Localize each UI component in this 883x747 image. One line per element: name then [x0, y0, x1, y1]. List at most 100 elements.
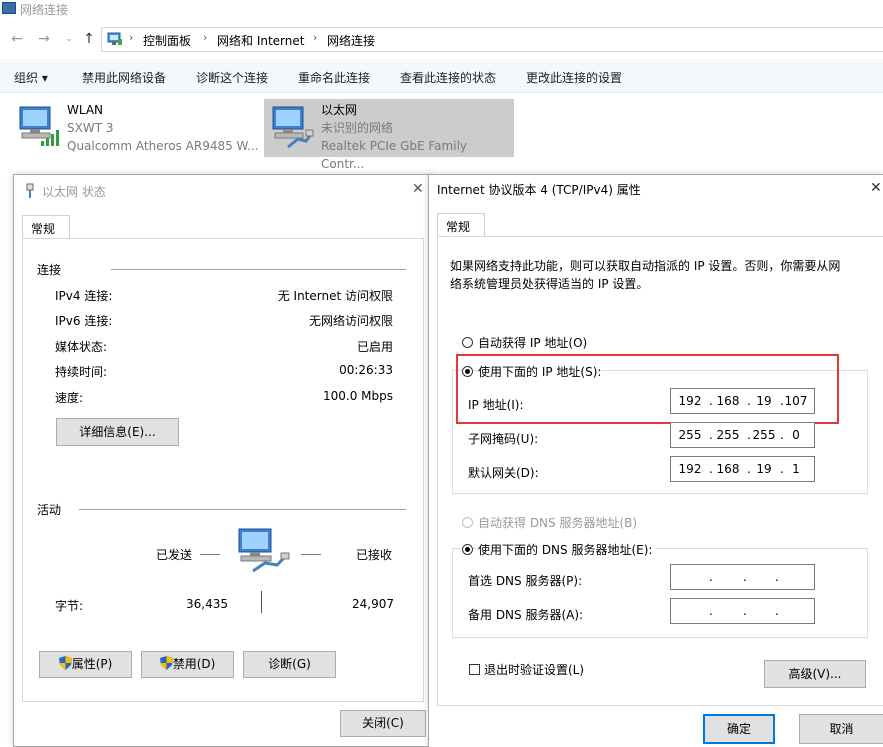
- breadcrumb-separator: ›: [203, 31, 208, 44]
- window-title: 网络连接: [20, 3, 69, 17]
- adapter-name: 以太网: [321, 103, 358, 117]
- ip-address-label: IP 地址(I):: [468, 398, 524, 412]
- organize-menu[interactable]: 组织 ▾: [14, 69, 48, 86]
- breadcrumb-network-internet[interactable]: 网络和 Internet: [217, 32, 304, 49]
- manual-dns-label: 使用下面的 DNS 服务器地址(E):: [478, 541, 657, 558]
- close-icon[interactable]: ✕: [870, 180, 882, 196]
- details-button[interactable]: 详细信息(E)...: [56, 418, 179, 446]
- adapter-wlan[interactable]: WLAN SXWT 3 Qualcomm Atheros AR9485 W...: [12, 99, 262, 157]
- manual-ip-radio[interactable]: [462, 366, 473, 377]
- network-folder-icon: [2, 2, 16, 14]
- connection-header: 连接: [37, 263, 62, 277]
- validate-checkbox[interactable]: [469, 664, 480, 675]
- auto-dns-radio[interactable]: [462, 517, 473, 528]
- duration-value: 00:26:33: [339, 363, 393, 377]
- forward-icon[interactable]: →: [35, 30, 53, 48]
- alternate-dns-field[interactable]: . . .: [670, 598, 815, 624]
- media-state-value: 已启用: [356, 340, 393, 354]
- speed-label: 速度:: [55, 391, 84, 405]
- tab-general[interactable]: 常规: [437, 213, 485, 237]
- ipv4-value: 无 Internet 访问权限: [277, 289, 393, 303]
- shield-icon: [58, 656, 72, 670]
- breadcrumb-separator: ›: [129, 31, 134, 44]
- dns-settings-group: [452, 548, 868, 638]
- rename-command[interactable]: 重命名此连接: [298, 69, 370, 86]
- ip-address-field[interactable]: 192 . 168 . 19 . 107: [670, 388, 815, 414]
- divider: [200, 554, 220, 555]
- ok-button[interactable]: 确定: [703, 714, 775, 744]
- close-button[interactable]: 关闭(C): [340, 710, 426, 737]
- divider: [301, 554, 321, 555]
- manual-ip-label: 使用下面的 IP 地址(S):: [478, 363, 602, 380]
- diagnose-button[interactable]: 诊断(G): [243, 651, 336, 678]
- auto-dns-label: 自动获得 DNS 服务器地址(B): [478, 516, 638, 530]
- ip-octet: 168: [716, 394, 740, 408]
- adapter-ethernet[interactable]: 以太网 未识别的网络 Realtek PCIe GbE Family Contr…: [264, 99, 514, 171]
- up-icon[interactable]: ↑: [80, 30, 98, 48]
- back-icon[interactable]: ←: [8, 30, 26, 48]
- divider: [79, 509, 406, 510]
- properties-button[interactable]: 属性(P): [39, 651, 132, 678]
- ip-octet: 192: [678, 462, 702, 476]
- manual-dns-radio[interactable]: [462, 544, 473, 555]
- view-status-command[interactable]: 查看此连接的状态: [400, 69, 496, 86]
- subnet-mask-field[interactable]: 255 . 255 . 255 . 0: [670, 422, 815, 448]
- disable-device-command[interactable]: 禁用此网络设备: [82, 69, 166, 86]
- ipv4-label: IPv4 连接:: [55, 289, 113, 303]
- gateway-field[interactable]: 192 . 168 . 19 . 1: [670, 456, 815, 482]
- disable-button[interactable]: 禁用(D): [141, 651, 234, 678]
- ipv4-properties-dialog: Internet 协议版本 4 (TCP/IPv4) 属性 ✕ 常规 如果网络支…: [428, 174, 883, 747]
- adapter-status: 未识别的网络: [321, 121, 394, 135]
- subnet-mask-label: 子网掩码(U):: [468, 432, 539, 446]
- explorer-titlebar: 网络连接: [0, 0, 883, 20]
- control-panel-icon: [107, 32, 122, 45]
- ethernet-status-dialog: 以太网 状态 ✕ 常规 连接 IPv4 连接: 无 Internet 访问权限 …: [13, 174, 433, 747]
- ethernet-title-icon: [26, 183, 34, 198]
- shield-icon: [159, 656, 173, 670]
- adapter-device: Realtek PCIe GbE Family Contr...: [321, 139, 467, 171]
- bytes-sent: 36,435: [186, 597, 228, 611]
- ipv6-label: IPv6 连接:: [55, 314, 113, 328]
- divider: [111, 269, 406, 270]
- general-panel: 如果网络支持此功能，则可以获取自动指派的 IP 设置。否则，你需要从网 络系统管…: [437, 236, 883, 706]
- change-settings-command[interactable]: 更改此连接的设置: [526, 69, 622, 86]
- diagnose-command[interactable]: 诊断这个连接: [196, 69, 268, 86]
- address-bar[interactable]: › 控制面板 › 网络和 Internet › 网络连接: [101, 27, 883, 52]
- adapter-status: SXWT 3: [67, 121, 114, 135]
- duration-label: 持续时间:: [55, 365, 108, 379]
- auto-ip-radio[interactable]: [462, 337, 473, 348]
- divider: [261, 591, 262, 613]
- media-state-label: 媒体状态:: [55, 340, 108, 354]
- dialog-title: Internet 协议版本 4 (TCP/IPv4) 属性: [437, 183, 641, 197]
- auto-ip-label: 自动获得 IP 地址(O): [478, 336, 588, 350]
- properties-label: 属性(P): [71, 657, 113, 671]
- command-bar: 组织 ▾ 禁用此网络设备 诊断这个连接 重命名此连接 查看此连接的状态 更改此连…: [0, 62, 883, 93]
- cancel-button[interactable]: 取消: [799, 714, 883, 744]
- breadcrumb-network-connections[interactable]: 网络连接: [327, 32, 375, 49]
- ip-octet: 19: [756, 462, 772, 476]
- speed-value: 100.0 Mbps: [322, 389, 393, 403]
- tab-general[interactable]: 常规: [22, 215, 70, 239]
- breadcrumb-control-panel[interactable]: 控制面板: [143, 32, 191, 49]
- description-line-1: 如果网络支持此功能，则可以获取自动指派的 IP 设置。否则，你需要从网: [450, 259, 841, 273]
- ip-octet: 255: [752, 428, 776, 442]
- advanced-button[interactable]: 高级(V)...: [764, 660, 866, 688]
- preferred-dns-field[interactable]: . . .: [670, 564, 815, 590]
- validate-label: 退出时验证设置(L): [484, 663, 585, 677]
- general-panel: 连接 IPv4 连接: 无 Internet 访问权限 IPv6 连接: 无网络…: [22, 238, 424, 702]
- ip-octet: 255: [678, 428, 702, 442]
- close-icon[interactable]: ✕: [412, 181, 424, 197]
- preferred-dns-label: 首选 DNS 服务器(P):: [468, 574, 583, 588]
- adapter-device: Qualcomm Atheros AR9485 W...: [67, 139, 259, 153]
- received-label: 已接收: [356, 548, 393, 562]
- sent-label: 已发送: [156, 548, 193, 562]
- wifi-signal-icon: [41, 130, 59, 146]
- ip-octet: 255: [716, 428, 740, 442]
- bytes-label: 字节:: [55, 599, 84, 613]
- ipv6-value: 无网络访问权限: [308, 314, 393, 328]
- ip-octet: 192: [678, 394, 702, 408]
- cable-icon: [287, 129, 314, 149]
- ip-octet: 168: [716, 462, 740, 476]
- disable-label: 禁用(D): [172, 657, 216, 671]
- recent-dropdown-icon[interactable]: ⌄: [60, 30, 78, 48]
